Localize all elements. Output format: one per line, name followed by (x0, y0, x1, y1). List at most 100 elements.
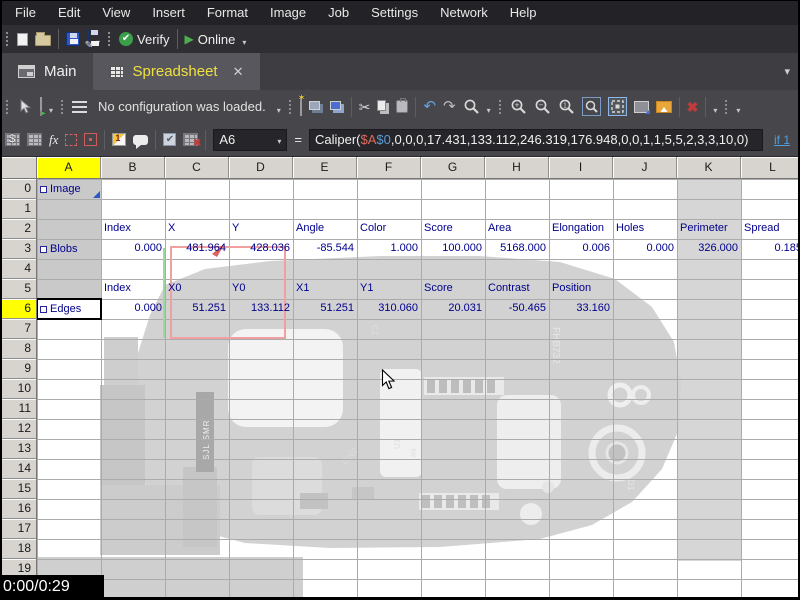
online-button[interactable]: ▶ Online (185, 32, 236, 47)
cell-I2[interactable]: Elongation (549, 219, 613, 239)
column-header-B[interactable]: B (101, 157, 165, 179)
menu-view[interactable]: View (91, 0, 141, 25)
cell-D6[interactable]: 133.112 (229, 299, 293, 319)
row-header-2[interactable]: 2 (0, 219, 37, 239)
delete-table-icon[interactable]: ✖ (183, 133, 198, 146)
cell-K3[interactable]: 326.000 (677, 239, 741, 259)
checkbox-icon[interactable]: ✔ (163, 133, 176, 146)
copy-icon[interactable] (377, 100, 386, 111)
row-header-16[interactable]: 16 (0, 499, 37, 519)
row-header-1[interactable]: 1 (0, 199, 37, 219)
save-job-icon[interactable] (66, 32, 80, 46)
export-snippet-icon[interactable] (330, 101, 341, 110)
save-as-icon[interactable]: ✎ (87, 30, 89, 48)
column-header-H[interactable]: H (485, 157, 549, 179)
find-dropdown-icon[interactable]: ▾ (487, 99, 491, 115)
verify-button[interactable]: ✔ Verify (119, 32, 170, 47)
cell-J2[interactable]: Holes (613, 219, 677, 239)
insert-function-icon[interactable]: fx (49, 132, 58, 148)
menu-network[interactable]: Network (429, 0, 499, 25)
column-header-J[interactable]: J (613, 157, 677, 179)
toolbar-dropdown-icon[interactable]: ▾ (713, 99, 717, 115)
cell-C5[interactable]: X0 (165, 279, 229, 299)
row-header-13[interactable]: 13 (0, 439, 37, 459)
cell-E6[interactable]: 51.251 (293, 299, 357, 319)
row-header-14[interactable]: 14 (0, 459, 37, 479)
cell-K2[interactable]: Perimeter (677, 219, 741, 239)
row-header-4[interactable]: 4 (0, 259, 37, 279)
row-header-7[interactable]: 7 (0, 319, 37, 339)
toolbar-dropdown-icon[interactable]: ▾ (736, 99, 740, 115)
cell-B6[interactable]: 0.000 (101, 299, 165, 319)
import-snippet-icon[interactable] (309, 101, 320, 110)
menu-file[interactable]: File (4, 0, 47, 25)
cell-A6[interactable]: Edges (37, 299, 101, 319)
cell-D2[interactable]: Y (229, 219, 293, 239)
toggle-overlay-icon[interactable]: 1 (112, 133, 126, 146)
apply-config-icon[interactable]: ▸ (40, 98, 42, 116)
cell-reference-dropdown[interactable]: A6 ▾ (213, 129, 287, 151)
select-all-corner[interactable] (0, 157, 37, 179)
cell-D5[interactable]: Y0 (229, 279, 293, 299)
cell-J3[interactable]: 0.000 (613, 239, 677, 259)
cell-B2[interactable]: Index (101, 219, 165, 239)
cell-B3[interactable]: 0.000 (101, 239, 165, 259)
cell-A0[interactable]: Image (37, 179, 101, 199)
cell-H5[interactable]: Contrast (485, 279, 549, 299)
spreadsheet-grid[interactable]: SJL SMR FHB732 C1 U1 D1 C202 R4 ImageInd… (0, 157, 800, 600)
cell-D3[interactable]: 428.036 (229, 239, 293, 259)
row-header-0[interactable]: 0 (0, 179, 37, 199)
toolbar-grip[interactable] (5, 30, 10, 48)
redo-icon[interactable]: ↷ (443, 100, 456, 114)
format-cells-icon[interactable]: $ (5, 133, 20, 146)
undo-icon[interactable]: ↶ (423, 100, 436, 114)
zoom-out-icon[interactable]: − (534, 98, 551, 115)
cell-H3[interactable]: 5168.000 (485, 239, 549, 259)
toolbar-grip[interactable] (60, 98, 65, 116)
column-header-C[interactable]: C (165, 157, 229, 179)
row-header-9[interactable]: 9 (0, 359, 37, 379)
pointer-dropdown-icon[interactable]: ▾ (49, 99, 53, 115)
column-header-A[interactable]: A (37, 157, 101, 179)
zoom-region-icon[interactable] (582, 97, 601, 116)
column-header-K[interactable]: K (677, 157, 741, 179)
cell-H2[interactable]: Area (485, 219, 549, 239)
cell-E2[interactable]: Angle (293, 219, 357, 239)
cell-C6[interactable]: 51.251 (165, 299, 229, 319)
row-header-5[interactable]: 5 (0, 279, 37, 299)
column-header-D[interactable]: D (229, 157, 293, 179)
window-list-chevron-icon[interactable]: ▾ (784, 65, 790, 78)
if-link[interactable]: if 1 (774, 133, 790, 147)
online-dropdown-icon[interactable]: ▾ (242, 31, 246, 47)
column-header-I[interactable]: I (549, 157, 613, 179)
column-header-G[interactable]: G (421, 157, 485, 179)
cell-I5[interactable]: Position (549, 279, 613, 299)
cell-G2[interactable]: Score (421, 219, 485, 239)
open-job-icon[interactable] (35, 35, 51, 46)
new-job-icon[interactable] (17, 33, 28, 46)
new-snippet-icon[interactable]: ✶ (300, 98, 302, 116)
cell-C2[interactable]: X (165, 219, 229, 239)
formula-input[interactable]: Caliper( $A $0 ,0,0,0,17.431,133.112,246… (309, 129, 763, 151)
menu-image[interactable]: Image (259, 0, 317, 25)
toolbar-grip[interactable] (5, 98, 10, 116)
column-header-F[interactable]: F (357, 157, 421, 179)
tab-spreadsheet[interactable]: Spreadsheet ✕ (93, 53, 260, 90)
paste-icon[interactable] (396, 100, 408, 113)
cell-E3[interactable]: -85.544 (293, 239, 357, 259)
toolbar-grip[interactable] (107, 30, 112, 48)
row-header-17[interactable]: 17 (0, 519, 37, 539)
live-image-icon[interactable] (634, 101, 649, 113)
table-icon[interactable] (27, 133, 42, 146)
menu-help[interactable]: Help (499, 0, 548, 25)
menu-job[interactable]: Job (317, 0, 360, 25)
configuration-dropdown-icon[interactable]: ▾ (277, 99, 281, 115)
zoom-fit-icon[interactable] (608, 97, 627, 116)
tab-close-icon[interactable]: ✕ (233, 64, 244, 80)
cell-I3[interactable]: 0.006 (549, 239, 613, 259)
comment-icon[interactable] (133, 135, 148, 145)
row-header-3[interactable]: 3 (0, 239, 37, 259)
menu-insert[interactable]: Insert (141, 0, 196, 25)
cell-G5[interactable]: Score (421, 279, 485, 299)
find-icon[interactable] (463, 98, 480, 115)
